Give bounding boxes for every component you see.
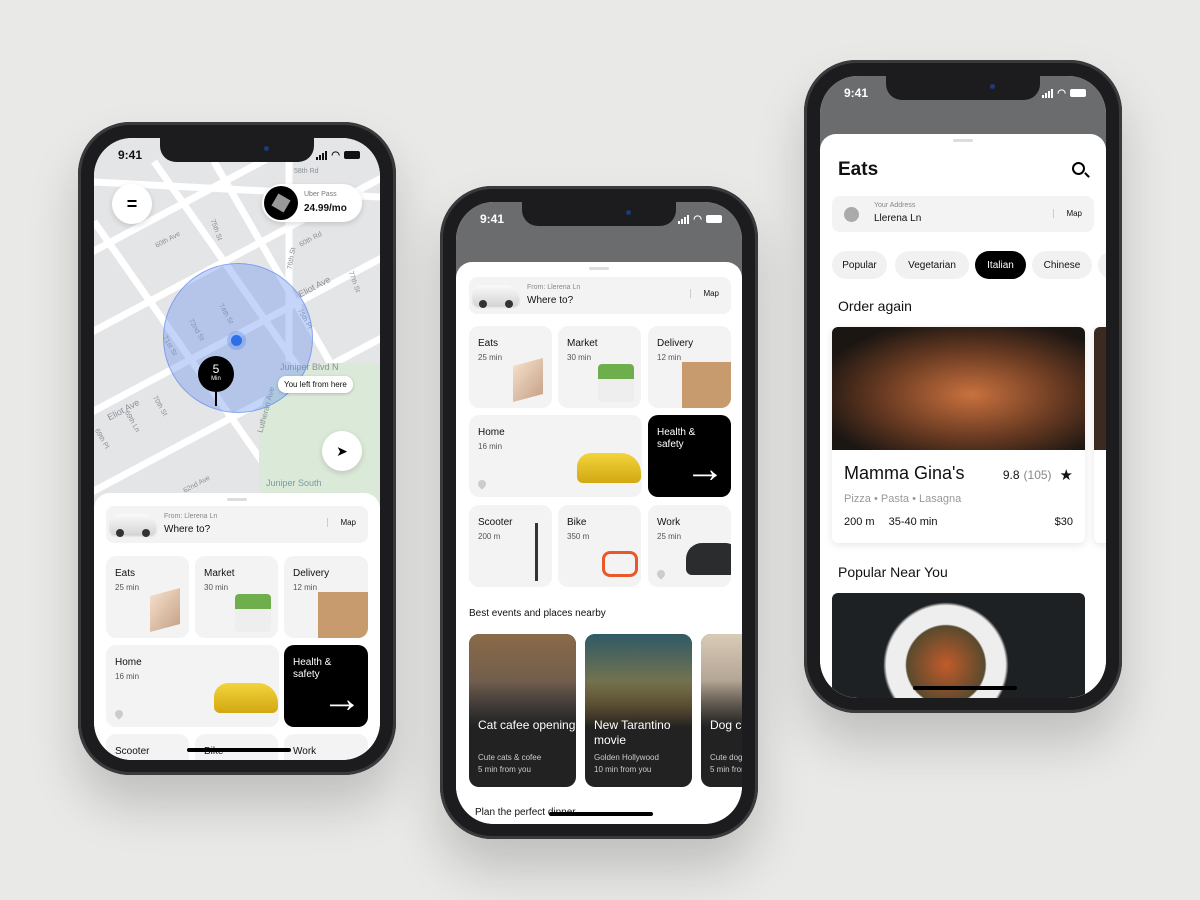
address-field[interactable]: Your Address Llerena Ln Map xyxy=(832,196,1094,232)
tile-work[interactable]: Work 25 min xyxy=(648,505,731,587)
wifi-icon: ◠ xyxy=(1057,87,1066,99)
map-button[interactable]: Map xyxy=(1053,209,1082,218)
wifi-icon: ◠ xyxy=(331,149,340,161)
star-icon: ★ xyxy=(1059,467,1073,484)
tile-delivery[interactable]: Delivery 12 min xyxy=(284,556,368,638)
search-icon[interactable] xyxy=(1072,162,1090,178)
tile-work[interactable]: Work xyxy=(284,734,368,760)
where-to-card[interactable]: From: Llerena Ln Where to? Map xyxy=(106,506,368,543)
tile-eats[interactable]: Eats 25 min xyxy=(469,326,552,408)
phone-eats-screen: 9:41 ◠ Eats Your Address Llerena Ln Map P… xyxy=(804,60,1122,713)
tile-market[interactable]: Market 30 min xyxy=(195,556,278,638)
arrow-right-icon: → xyxy=(322,677,362,721)
tile-home[interactable]: Home 16 min xyxy=(469,415,642,497)
event-card[interactable]: Dog cafee openingCute dogs & cofee5 min … xyxy=(701,634,742,787)
home-indicator xyxy=(187,748,291,752)
tile-home[interactable]: Home 16 min xyxy=(106,645,279,727)
tile-delivery[interactable]: Delivery 12 min xyxy=(648,326,731,408)
chip-popular[interactable]: Popular xyxy=(832,251,887,279)
tile-scooter[interactable]: Scooter 200 m xyxy=(469,505,552,587)
tile-eats[interactable]: Eats 25 min xyxy=(106,556,189,638)
menu-button[interactable]: = xyxy=(112,184,152,224)
tile-scooter[interactable]: Scooter xyxy=(106,734,189,760)
uber-pass-pill[interactable]: Uber Pass 24.99/mo xyxy=(262,184,362,222)
restaurant-card-peek[interactable] xyxy=(1094,327,1106,543)
navigation-arrow-icon: ➤ xyxy=(336,442,348,459)
tile-market[interactable]: Market 30 min xyxy=(558,326,641,408)
page-title: Eats xyxy=(838,159,879,180)
event-card[interactable]: Cat cafee opening Cute cats & cofee 5 min … xyxy=(469,634,576,787)
restaurant-image xyxy=(832,327,1085,450)
arrow-right-icon: → xyxy=(685,447,725,491)
chip-italian[interactable]: Italian xyxy=(975,251,1026,279)
car-image xyxy=(473,285,519,308)
uber-pass-icon xyxy=(264,186,298,220)
phone-home-screen: 9:41 ◠ From: Llerena Ln Where to? Map Eats 2… xyxy=(440,186,758,839)
where-to-card[interactable]: From: Llerena Ln Where to? Map xyxy=(469,277,731,314)
home-indicator xyxy=(913,686,1017,690)
tile-bike[interactable]: Bike xyxy=(195,734,278,760)
wifi-icon: ◠ xyxy=(693,213,702,225)
signal-icon xyxy=(316,150,328,160)
menu-icon: = xyxy=(126,193,138,214)
location-icon xyxy=(844,207,859,222)
signal-icon xyxy=(1042,88,1054,98)
restaurant-card[interactable]: Mamma Gina's 9.8 (105) ★ Pizza • Pasta • L… xyxy=(832,327,1085,543)
recenter-button[interactable]: ➤ xyxy=(322,431,362,471)
phone-map-screen: 9:41 ◠ 60th Ave 75th St 60th Rd 76th St E… xyxy=(78,122,396,775)
status-time: 9:41 xyxy=(480,212,505,226)
status-time: 9:41 xyxy=(118,148,143,162)
tile-health-safety[interactable]: Health & safety → xyxy=(648,415,731,497)
tooltip: You left from here xyxy=(278,376,353,393)
home-indicator xyxy=(549,812,653,816)
signal-icon xyxy=(678,214,690,224)
eta-marker: 5 Min xyxy=(198,356,234,392)
chip-chinese[interactable]: Chinese xyxy=(1032,251,1092,279)
map[interactable]: 60th Ave 75th St 60th Rd 76th St Eliot A… xyxy=(94,138,380,508)
tile-health-safety[interactable]: Health & safety → xyxy=(284,645,368,727)
car-image xyxy=(110,514,156,537)
chip-vegetarian[interactable]: Vegetarian xyxy=(895,251,969,279)
event-card[interactable]: New Tarantino movie Golden Hollywood 10 mi… xyxy=(585,634,692,787)
popular-image[interactable] xyxy=(832,593,1085,698)
status-time: 9:41 xyxy=(844,86,869,100)
status-icons: ◠ xyxy=(316,148,360,162)
popular-heading: Popular Near You xyxy=(838,564,948,580)
sheet-handle[interactable] xyxy=(227,498,247,501)
map-button[interactable]: Map xyxy=(690,289,719,298)
order-again-heading: Order again xyxy=(838,298,912,314)
battery-icon xyxy=(1070,89,1086,97)
events-heading: Best events and places nearby xyxy=(469,608,606,619)
bottom-sheet: From: Llerena Ln Where to? Map Eats 25 min … xyxy=(94,493,380,760)
current-location-dot xyxy=(231,335,242,346)
tile-bike[interactable]: Bike 350 m xyxy=(558,505,641,587)
chip-more[interactable] xyxy=(1098,251,1106,279)
battery-icon xyxy=(706,215,722,223)
battery-icon xyxy=(344,151,360,159)
map-button[interactable]: Map xyxy=(327,518,356,527)
bottom-sheet: From: Llerena Ln Where to? Map Eats 25 min … xyxy=(456,262,742,824)
eats-sheet: Eats Your Address Llerena Ln Map Popular… xyxy=(820,134,1106,698)
